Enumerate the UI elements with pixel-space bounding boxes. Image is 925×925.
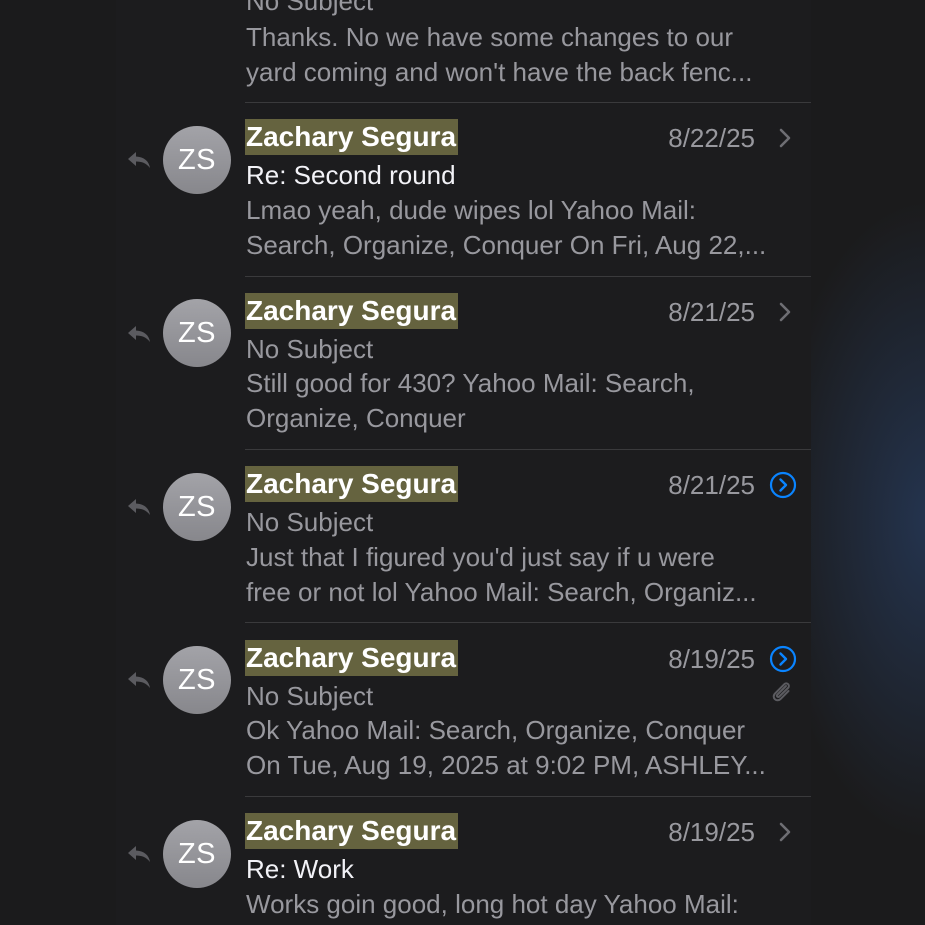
list-item-message[interactable]: ZS Zachary Segura 8/22/25 Re: Second rou… [116,104,811,277]
preview-line: Just that I figured you'd just say if u … [246,542,715,572]
chevron-right-icon[interactable] [777,126,793,150]
avatar: ZS [163,126,231,194]
message-preview: Still good for 430? Yahoo Mail: Search, … [246,366,791,436]
preview-line: Ok Yahoo Mail: Search, Organize, Conquer [246,715,746,745]
list-item-message[interactable]: ZS Zachary Segura 8/19/25 No Subject Ok … [116,624,811,797]
preview-line: Works goin good, long hot day Yahoo Mail… [246,889,739,919]
avatar: ZS [163,473,231,541]
avatar: ZS [163,820,231,888]
message-subject: No Subject [246,0,374,16]
message-date: 8/19/25 [668,644,755,674]
message-subject: No Subject [246,507,374,537]
list-item-partial[interactable]: No Subject Thanks. No we have some chang… [116,0,811,103]
list-item-message[interactable]: ZS Zachary Segura 8/21/25 No Subject Sti… [116,277,811,450]
preview-line: yard coming and won't have the back fenc… [246,57,753,87]
message-preview: Lmao yeah, dude wipes lol Yahoo Mail: Se… [246,193,791,263]
replied-arrow-icon [128,846,150,862]
preview-line: free or not lol Yahoo Mail: Search, Orga… [246,577,757,607]
avatar: ZS [163,299,231,367]
message-subject: Re: Work [246,854,354,884]
message-date: 8/19/25 [668,817,755,847]
message-date: 8/21/25 [668,470,755,500]
replied-arrow-icon [128,499,150,515]
thread-expand-icon[interactable] [769,645,797,673]
sender-name: Zachary Segura [245,813,459,849]
message-preview: Thanks. No we have some changes to our y… [246,20,791,90]
sender-name: Zachary Segura [245,119,459,155]
preview-line: On Tue, Aug 19, 2025 at 9:02 PM, ASHLEY.… [246,750,766,780]
message-date: 8/22/25 [668,123,755,153]
message-subject: No Subject [246,334,374,364]
message-preview: Ok Yahoo Mail: Search, Organize, Conquer… [246,713,791,783]
thread-expand-icon[interactable] [769,471,797,499]
chevron-right-icon[interactable] [777,300,793,324]
preview-line: Lmao yeah, dude wipes lol Yahoo Mail: [246,195,696,225]
message-preview: Works goin good, long hot day Yahoo Mail… [246,887,791,922]
preview-line: Thanks. No we have some changes to our [246,22,734,52]
message-subject: Re: Second round [246,160,456,190]
divider [245,622,811,623]
sender-name: Zachary Segura [245,466,459,502]
preview-line: Still good for 430? Yahoo Mail: Search, [246,368,695,398]
sender-name: Zachary Segura [245,640,459,676]
replied-arrow-icon [128,152,150,168]
replied-arrow-icon [128,672,150,688]
divider [245,102,811,103]
preview-line: Organize, Conquer [246,403,466,433]
preview-line: Search, Organize, Conquer On Fri, Aug 22… [246,230,767,260]
list-item-message[interactable]: ZS Zachary Segura 8/21/25 No Subject Jus… [116,450,811,623]
paperclip-icon [772,682,790,702]
message-subject: No Subject [246,681,374,711]
chevron-right-icon[interactable] [777,820,793,844]
sender-name: Zachary Segura [245,293,459,329]
avatar: ZS [163,646,231,714]
replied-arrow-icon [128,326,150,342]
mail-screen: No Subject Thanks. No we have some chang… [0,0,925,925]
list-item-message[interactable]: ZS Zachary Segura 8/19/25 Re: Work Works… [116,797,811,925]
message-date: 8/21/25 [668,297,755,327]
message-preview: Just that I figured you'd just say if u … [246,540,791,610]
message-list[interactable]: No Subject Thanks. No we have some chang… [116,0,811,925]
